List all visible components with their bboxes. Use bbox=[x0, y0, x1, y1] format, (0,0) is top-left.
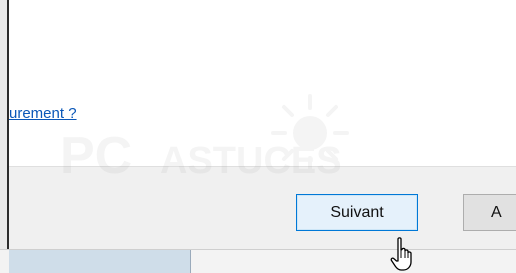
dialog-footer: Suivant A bbox=[9, 166, 516, 250]
next-button[interactable]: Suivant bbox=[296, 194, 418, 231]
taskbar bbox=[0, 249, 516, 273]
help-link[interactable]: urement ? bbox=[9, 105, 77, 122]
wizard-dialog: urement ? Suivant A bbox=[7, 0, 516, 250]
screen: urement ? Suivant A PC ASTUCES bbox=[0, 0, 516, 273]
taskbar-active-item[interactable] bbox=[9, 250, 191, 273]
dialog-content: urement ? bbox=[9, 0, 516, 166]
cancel-button[interactable]: A bbox=[463, 194, 516, 231]
hand-pointer-icon bbox=[390, 237, 412, 271]
